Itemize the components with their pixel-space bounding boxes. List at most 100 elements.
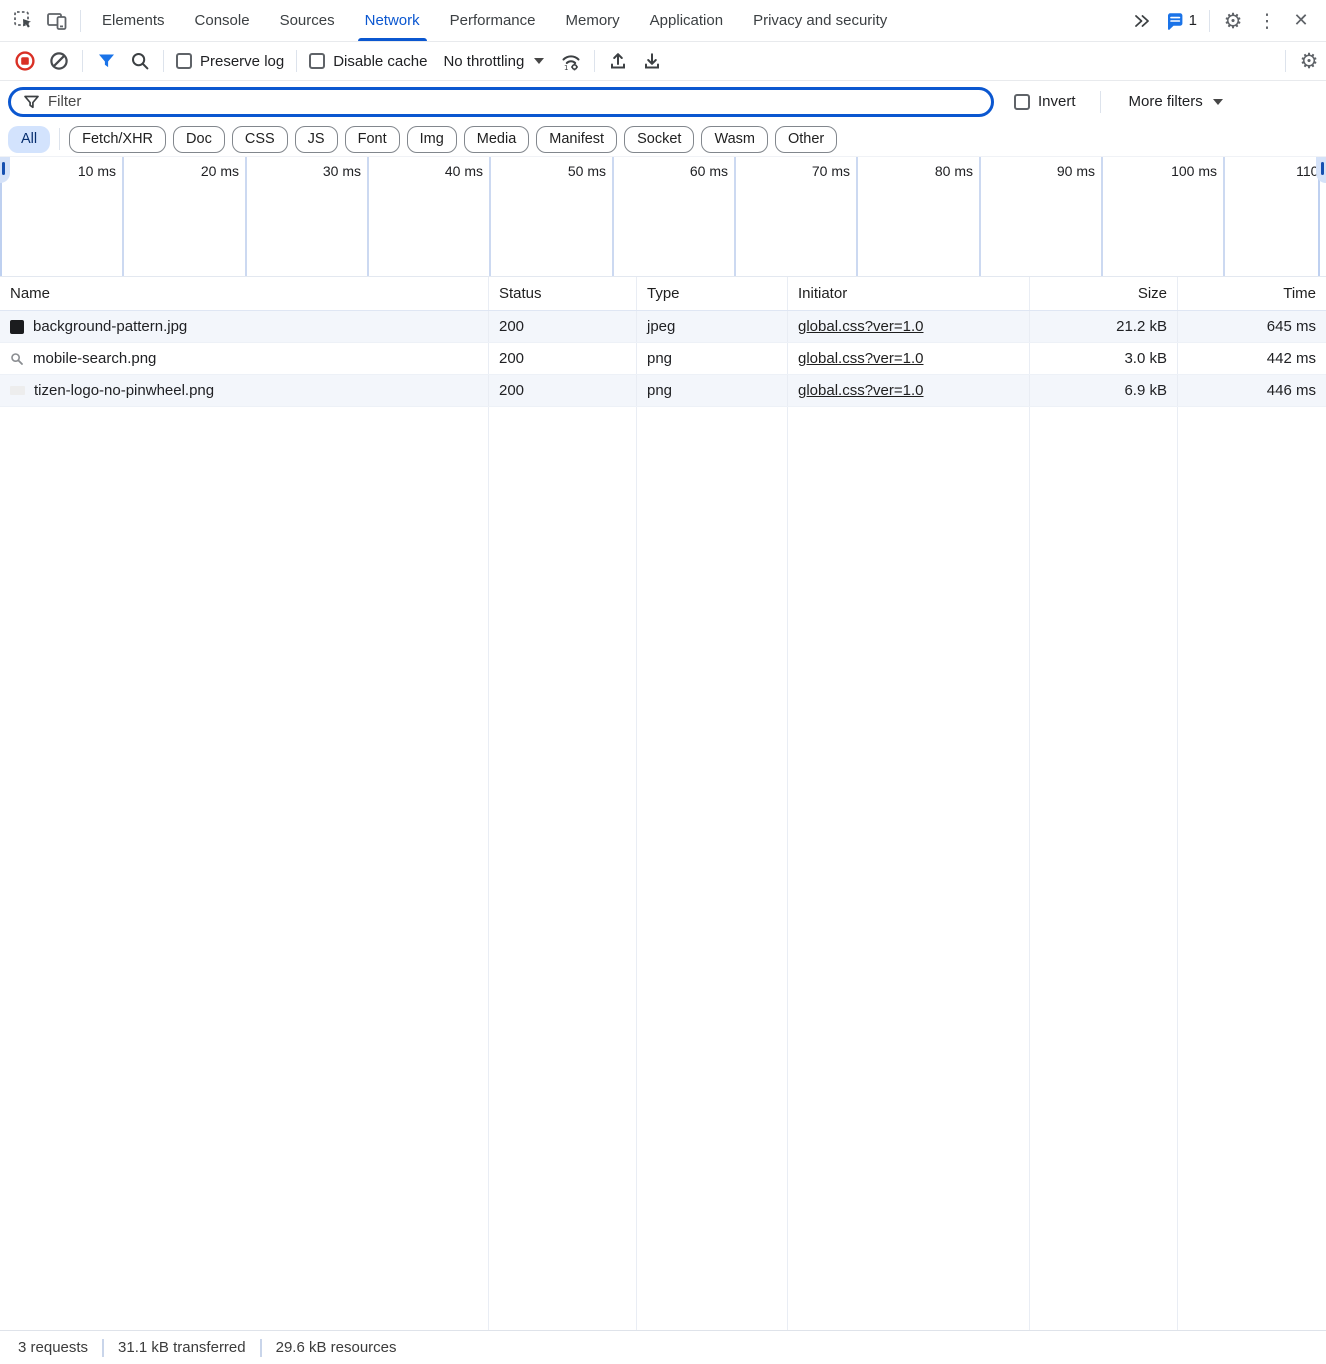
- more-filters-label: More filters: [1129, 93, 1203, 110]
- column-header-status[interactable]: Status: [489, 277, 637, 310]
- checkbox-icon: [1014, 94, 1030, 110]
- chip-doc[interactable]: Doc: [173, 126, 225, 153]
- more-filters-dropdown[interactable]: More filters: [1119, 93, 1233, 110]
- toolbar-divider: [594, 50, 595, 72]
- chip-fetch-xhr[interactable]: Fetch/XHR: [69, 126, 166, 153]
- preserve-log-checkbox[interactable]: Preserve log: [170, 53, 290, 70]
- request-name: tizen-logo-no-pinwheel.png: [34, 382, 214, 399]
- tab-console[interactable]: Console: [180, 0, 265, 41]
- chip-all[interactable]: All: [8, 126, 50, 153]
- panel-tabs: Elements Console Sources Network Perform…: [87, 0, 902, 41]
- initiator-link[interactable]: global.css?ver=1.0: [798, 350, 924, 367]
- chip-manifest[interactable]: Manifest: [536, 126, 617, 153]
- initiator-link[interactable]: global.css?ver=1.0: [798, 318, 924, 335]
- record-network-log-button[interactable]: [8, 45, 42, 77]
- table-row[interactable]: tizen-logo-no-pinwheel.png 200 png globa…: [0, 375, 1326, 407]
- image-thumbnail-dark: [10, 320, 24, 334]
- chip-css[interactable]: CSS: [232, 126, 288, 153]
- request-size: 21.2 kB: [1030, 311, 1178, 342]
- table-row[interactable]: background-pattern.jpg 200 jpeg global.c…: [0, 311, 1326, 343]
- network-toolbar: Preserve log Disable cache No throttling…: [0, 42, 1326, 81]
- chevron-down-icon: [534, 58, 544, 64]
- svg-text:1: 1: [564, 64, 568, 72]
- request-type-chips: All Fetch/XHR Doc CSS JS Font Img Media …: [0, 122, 1326, 156]
- issues-button[interactable]: 1: [1159, 11, 1203, 31]
- filter-toggle-icon[interactable]: [89, 45, 123, 77]
- timeline-left-handle[interactable]: [0, 157, 10, 183]
- column-header-size[interactable]: Size: [1030, 277, 1178, 310]
- initiator-link[interactable]: global.css?ver=1.0: [798, 382, 924, 399]
- filter-input[interactable]: [48, 93, 979, 110]
- chip-socket[interactable]: Socket: [624, 126, 694, 153]
- summary-divider: [260, 1339, 262, 1357]
- request-time: 446 ms: [1178, 375, 1326, 406]
- transferred-size: 31.1 kB transferred: [118, 1339, 246, 1356]
- devtools-close-icon[interactable]: ✕: [1284, 5, 1318, 37]
- image-thumbnail-light: [10, 386, 25, 395]
- timeline-right-handle[interactable]: [1316, 157, 1326, 183]
- table-row[interactable]: mobile-search.png 200 png global.css?ver…: [0, 343, 1326, 375]
- invert-label: Invert: [1038, 93, 1076, 110]
- request-size: 3.0 kB: [1030, 343, 1178, 374]
- timeline-tick: 60 ms: [608, 163, 728, 179]
- tab-privacy-and-security[interactable]: Privacy and security: [738, 0, 902, 41]
- devtools-kebab-menu-icon[interactable]: ⋮: [1250, 5, 1284, 37]
- chevron-down-icon: [1213, 99, 1223, 105]
- devtools-settings-gear-icon[interactable]: ⚙: [1216, 5, 1250, 37]
- throttling-value: No throttling: [443, 53, 524, 70]
- search-icon[interactable]: [123, 45, 157, 77]
- tab-elements[interactable]: Elements: [87, 0, 180, 41]
- toolbar-divider: [80, 10, 81, 32]
- chip-other[interactable]: Other: [775, 126, 837, 153]
- more-tabs-chevron-icon[interactable]: [1125, 5, 1159, 37]
- device-toolbar-icon[interactable]: [40, 5, 74, 37]
- import-har-icon[interactable]: [601, 45, 635, 77]
- toolbar-divider: [163, 50, 164, 72]
- toolbar-divider: [1209, 10, 1210, 32]
- chip-js[interactable]: JS: [295, 126, 338, 153]
- requests-count: 3 requests: [18, 1339, 88, 1356]
- network-conditions-icon[interactable]: 1: [554, 45, 588, 77]
- chip-media[interactable]: Media: [464, 126, 530, 153]
- chip-wasm[interactable]: Wasm: [701, 126, 768, 153]
- request-type: png: [637, 375, 788, 406]
- clear-network-log-icon[interactable]: [42, 45, 76, 77]
- toolbar-divider: [82, 50, 83, 72]
- request-status: 200: [489, 343, 637, 374]
- column-header-initiator[interactable]: Initiator: [788, 277, 1030, 310]
- disable-cache-checkbox[interactable]: Disable cache: [303, 53, 433, 70]
- toolbar-divider: [1100, 91, 1101, 113]
- column-header-type[interactable]: Type: [637, 277, 788, 310]
- resources-size: 29.6 kB resources: [276, 1339, 397, 1356]
- toolbar-divider: [1285, 50, 1286, 72]
- tab-performance[interactable]: Performance: [435, 0, 551, 41]
- request-size: 6.9 kB: [1030, 375, 1178, 406]
- network-filter-row: Invert More filters: [0, 81, 1326, 122]
- export-har-icon[interactable]: [635, 45, 669, 77]
- network-settings-gear-icon[interactable]: ⚙: [1292, 45, 1326, 77]
- chip-img[interactable]: Img: [407, 126, 457, 153]
- invert-checkbox[interactable]: Invert: [1008, 93, 1082, 110]
- checkbox-icon: [309, 53, 325, 69]
- request-time: 645 ms: [1178, 311, 1326, 342]
- checkbox-icon: [176, 53, 192, 69]
- tab-sources[interactable]: Sources: [265, 0, 350, 41]
- timeline-tick: 90 ms: [975, 163, 1095, 179]
- column-header-name[interactable]: Name: [0, 277, 489, 310]
- chip-font[interactable]: Font: [345, 126, 400, 153]
- request-status: 200: [489, 375, 637, 406]
- request-type: png: [637, 343, 788, 374]
- tab-application[interactable]: Application: [635, 0, 738, 41]
- chips-divider: [59, 128, 60, 150]
- column-separators: [0, 277, 1326, 1330]
- network-overview-timeline[interactable]: 10 ms 20 ms 30 ms 40 ms 50 ms 60 ms 70 m…: [0, 156, 1326, 277]
- requests-table: Name Status Type Initiator Size Time bac…: [0, 277, 1326, 1330]
- request-status: 200: [489, 311, 637, 342]
- timeline-tick: 70 ms: [730, 163, 850, 179]
- column-header-time[interactable]: Time: [1178, 277, 1326, 310]
- inspect-element-icon[interactable]: [6, 5, 40, 37]
- tab-network[interactable]: Network: [350, 0, 435, 41]
- disable-cache-label: Disable cache: [333, 53, 427, 70]
- throttling-dropdown[interactable]: No throttling: [433, 53, 554, 70]
- tab-memory[interactable]: Memory: [551, 0, 635, 41]
